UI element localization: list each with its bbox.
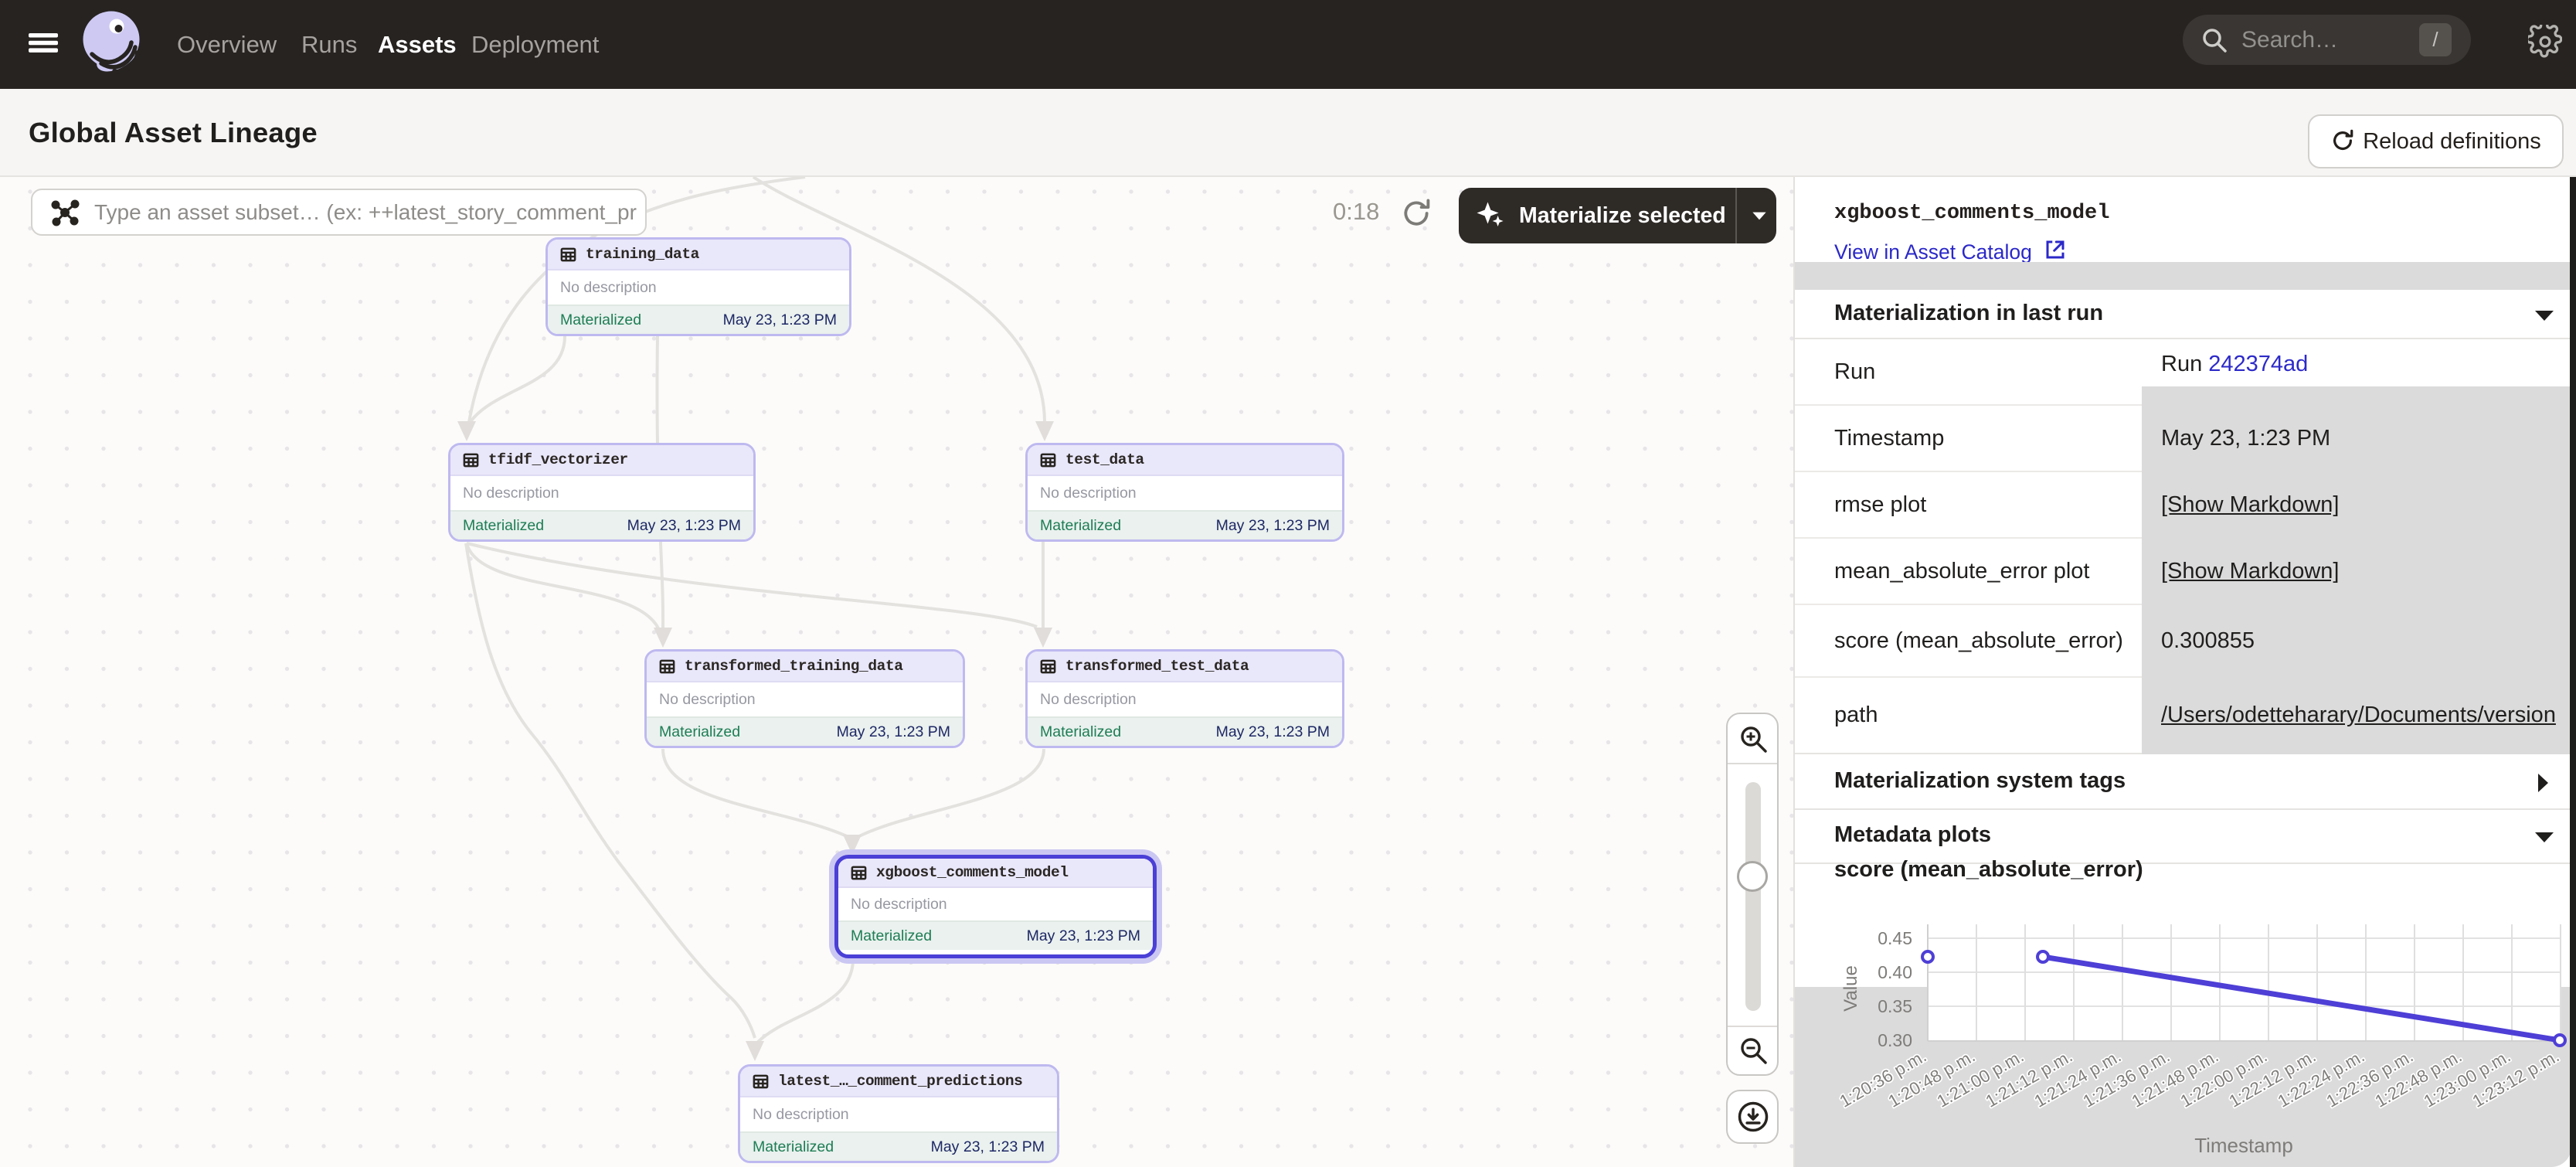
svg-text:0.30: 0.30 bbox=[1878, 1030, 1912, 1050]
svg-text:0.40: 0.40 bbox=[1878, 962, 1912, 982]
svg-text:0.45: 0.45 bbox=[1878, 928, 1912, 948]
svg-text:Value: Value bbox=[1840, 965, 1861, 1012]
svg-text:0.35: 0.35 bbox=[1878, 996, 1912, 1016]
svg-text:Timestamp: Timestamp bbox=[2194, 1134, 2293, 1157]
